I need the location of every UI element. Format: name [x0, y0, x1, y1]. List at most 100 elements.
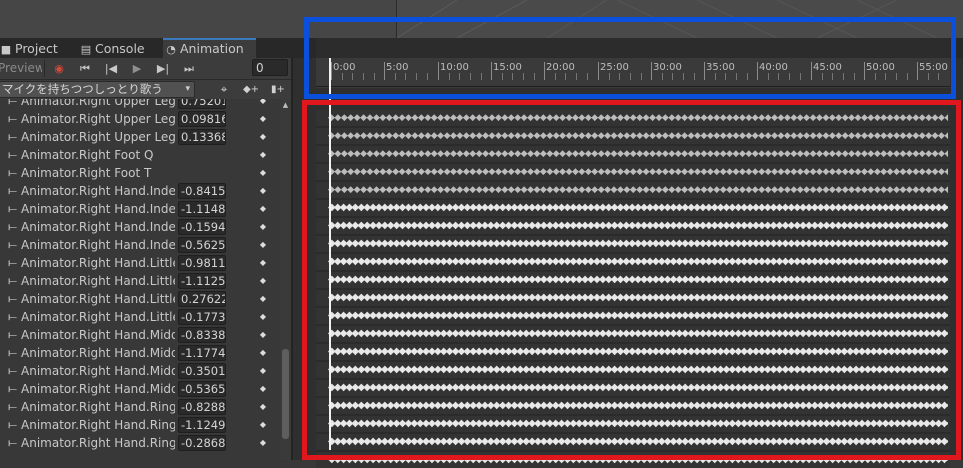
property-value-field[interactable]: -0.1594 — [178, 219, 226, 235]
keyframe-toggle-icon[interactable]: ◆ — [258, 200, 268, 218]
property-value-field[interactable]: -1.1249 — [178, 417, 226, 433]
property-row[interactable]: ⟝ Animator.Right Hand.Ring.3 -0.2868 ◆ — [0, 434, 280, 452]
property-name: Animator.Right Hand.Middle — [21, 346, 175, 360]
curve-icon: ⟝ — [8, 436, 18, 449]
property-value-field[interactable]: -1.1125 — [178, 273, 226, 289]
property-value-field[interactable]: -0.3501 — [178, 363, 226, 379]
property-row[interactable]: ⟝ Animator.Right Hand.Little.S -0.1773 ◆ — [0, 308, 280, 326]
keyframe-toggle-icon[interactable]: ◆ — [258, 254, 268, 272]
scrollbar-thumb[interactable] — [282, 349, 289, 439]
keyframe-toggle-icon[interactable]: ◆ — [258, 164, 268, 182]
property-value-field[interactable]: 0.75201 — [178, 99, 226, 109]
property-row[interactable]: ⟝ Animator.Right Hand.Middle -0.5365 ◆ — [0, 380, 280, 398]
add-keyframe-button[interactable]: ◆+ — [239, 81, 263, 98]
property-row[interactable]: ⟝ Animator.Right Upper Leg In 0.09816 ◆ — [0, 110, 280, 128]
property-value-field[interactable]: -0.5625 — [178, 237, 226, 253]
keyframe-toggle-icon[interactable]: ◆ — [258, 218, 268, 236]
keyframe-toggle-icon[interactable]: ◆ — [258, 308, 268, 326]
keyframe-toggle-icon[interactable]: ◆ — [258, 398, 268, 416]
ruler-minor-tick — [555, 73, 556, 80]
property-value-field[interactable]: -0.2868 — [178, 435, 226, 451]
ruler-minor-tick — [481, 73, 482, 80]
keyframe-toggle-icon[interactable]: ◆ — [258, 236, 268, 254]
add-event-marker-button[interactable]: ▮+ — [266, 81, 290, 98]
ruler-minor-tick — [502, 73, 503, 80]
property-row[interactable]: ⟝ Animator.Right Upper Leg F 0.75201 ◆ — [0, 99, 280, 110]
property-row[interactable]: ⟝ Animator.Right Hand.Little.3 0.27622 ◆ — [0, 290, 280, 308]
property-value-field[interactable]: -1.1148 — [178, 201, 226, 217]
highlight-box-keyframes — [302, 100, 961, 460]
foldout-indicator — [0, 128, 3, 146]
property-row[interactable]: ⟝ Animator.Right Foot Q ◆ — [0, 146, 280, 164]
property-row[interactable]: ⟝Animator.Right Hand.Index.2-1.1148 ◆ — [0, 200, 280, 218]
property-value-field[interactable]: 0.13368 — [178, 129, 226, 145]
property-row[interactable]: ⟝ Animator.Right Hand.Middle -1.1774 ◆ — [0, 344, 280, 362]
record-button[interactable]: ◉ — [47, 59, 71, 78]
property-row[interactable]: ⟝ Animator.Right Foot T ◆ — [0, 164, 280, 182]
ruler-major-tick — [544, 62, 545, 80]
foldout-indicator — [0, 416, 3, 434]
ruler-minor-tick — [662, 73, 663, 80]
curve-icon: ⟝ — [8, 112, 18, 125]
property-row[interactable]: ⟝ Animator.Right Hand.Middle -0.3501 ◆ — [0, 362, 280, 380]
property-value-field[interactable]: -0.9811 — [178, 255, 226, 271]
foldout-indicator — [0, 164, 3, 182]
keyframe-toggle-icon[interactable]: ◆ — [258, 182, 268, 200]
ruler-minor-tick — [672, 73, 673, 80]
property-value-field[interactable]: -0.1773 — [178, 309, 226, 325]
property-row[interactable]: ⟝ Animator.Right Hand.Ring.1 -0.8288 ◆ — [0, 398, 280, 416]
keyframe-toggle-icon[interactable]: ◆ — [258, 146, 268, 164]
property-row[interactable]: ⟝Animator.Right Hand.Index.3-0.1594 ◆ — [0, 218, 280, 236]
property-row[interactable]: ⟝Animator.Right Hand.Index.1-0.8415 ◆ — [0, 182, 280, 200]
first-keyframe-button[interactable]: ⏮ — [73, 59, 97, 78]
keyframe-toggle-icon[interactable]: ◆ — [258, 380, 268, 398]
add-event-button[interactable]: ⌖ — [212, 81, 236, 98]
property-value-field[interactable]: 0.09816 — [178, 111, 226, 127]
property-row[interactable]: ⟝Animator.Right Hand.Index.S-0.5625 ◆ — [0, 236, 280, 254]
ruler-minor-tick — [875, 73, 876, 80]
preview-toggle[interactable]: Preview — [0, 60, 42, 77]
property-value-field[interactable]: -0.8415 — [178, 183, 226, 199]
foldout-indicator — [0, 398, 3, 416]
frame-field[interactable]: 0 — [252, 59, 288, 76]
property-scrollbar[interactable]: ▲ — [280, 99, 291, 460]
keyframe-toggle-icon[interactable]: ◆ — [258, 290, 268, 308]
tab-animation[interactable]: ◔ Animation — [163, 38, 256, 58]
property-name: Animator.Right Hand.Index.1 — [21, 184, 175, 198]
keyframe-toggle-icon[interactable]: ◆ — [258, 99, 268, 110]
property-name: Animator.Right Hand.Middle — [21, 364, 175, 378]
next-keyframe-button[interactable]: ▶| — [151, 59, 175, 78]
property-row[interactable]: ⟝ Animator.Right Hand.Ring.2 -1.1249 ◆ — [0, 416, 280, 434]
keyframe-toggle-icon[interactable]: ◆ — [258, 362, 268, 380]
property-value-field[interactable]: -0.8288 — [178, 399, 226, 415]
scroll-up-icon[interactable]: ▲ — [280, 101, 291, 109]
foldout-indicator — [0, 110, 3, 128]
ruler-minor-tick — [523, 73, 524, 80]
ruler-minor-tick — [576, 73, 577, 80]
property-value-field[interactable]: -0.8338 — [178, 327, 226, 343]
keyframe-toggle-icon[interactable]: ◆ — [258, 110, 268, 128]
keyframe-toggle-icon[interactable]: ◆ — [258, 434, 268, 452]
property-row[interactable]: ⟝ Animator.Right Hand.Middle -0.8338 ◆ — [0, 326, 280, 344]
tab-label: Project — [15, 41, 58, 56]
keyframe-toggle-icon[interactable]: ◆ — [258, 128, 268, 146]
keyframe-toggle-icon[interactable]: ◆ — [258, 416, 268, 434]
property-row[interactable]: ⟝ Animator.Right Upper Leg T 0.13368 ◆ — [0, 128, 280, 146]
ruler-minor-tick — [854, 73, 855, 80]
previous-keyframe-button[interactable]: |◀ — [99, 59, 123, 78]
property-value-field[interactable]: -0.5365 — [178, 381, 226, 397]
play-button[interactable]: ▶ — [125, 59, 149, 78]
ruler-minor-tick — [694, 73, 695, 80]
tab-console[interactable]: ▤ Console — [78, 40, 151, 58]
property-value-field[interactable]: 0.27622 — [178, 291, 226, 307]
clip-dropdown[interactable]: マイクを持ちつつしっとり歌う ▾ — [0, 81, 195, 98]
keyframe-toggle-icon[interactable]: ◆ — [258, 272, 268, 290]
last-keyframe-button[interactable]: ⏭ — [177, 59, 201, 78]
ruler-minor-tick — [789, 73, 790, 80]
property-value-field[interactable]: -1.1774 — [178, 345, 226, 361]
keyframe-toggle-icon[interactable]: ◆ — [258, 326, 268, 344]
property-row[interactable]: ⟝ Animator.Right Hand.Little.1 -0.9811 ◆ — [0, 254, 280, 272]
property-row[interactable]: ⟝ Animator.Right Hand.Little.2 -1.1125 ◆ — [0, 272, 280, 290]
keyframe-toggle-icon[interactable]: ◆ — [258, 344, 268, 362]
tab-project[interactable]: ■ Project — [0, 40, 64, 58]
